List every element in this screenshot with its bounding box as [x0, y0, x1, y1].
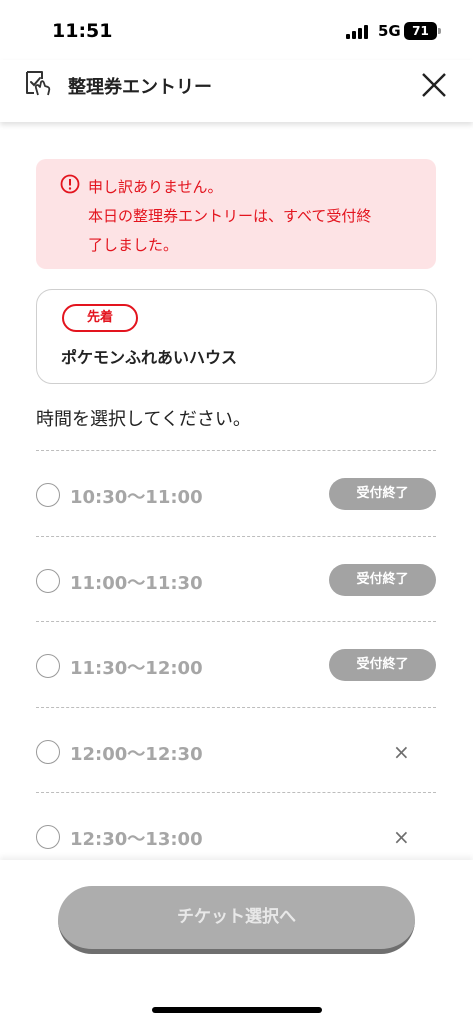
slot-time: 12:00〜12:30 — [70, 743, 203, 765]
radio-button[interactable] — [36, 654, 60, 678]
radio-button[interactable] — [36, 568, 60, 593]
closed-badge: 受付終了 — [329, 563, 436, 596]
unavailable-icon: × — [393, 825, 410, 849]
battery-icon: 71 — [404, 22, 437, 40]
battery-nub — [438, 28, 441, 34]
app-header: 整理券エントリー — [0, 60, 473, 122]
alert-line: 了しました。 — [88, 236, 179, 254]
network-type: 5G — [378, 22, 401, 40]
time-slot-row[interactable]: 11:00〜11:30 受付終了 — [36, 535, 436, 622]
time-slot-row[interactable]: 11:30〜12:00 受付終了 — [36, 621, 436, 707]
ticket-check-icon — [26, 71, 51, 96]
first-come-badge: 先着 — [62, 304, 138, 332]
page-title: 整理券エントリー — [68, 77, 212, 98]
alert-message: 申し訳ありません。 本日の整理券エントリーは、すべて受付終 了しました。 — [88, 173, 424, 260]
alert-line: 申し訳ありません。 — [88, 178, 223, 196]
signal-icon — [346, 25, 372, 39]
slot-time: 10:30〜11:00 — [70, 487, 203, 508]
unavailable-icon: × — [393, 739, 410, 764]
time-slot-row[interactable]: 10:30〜11:00 受付終了 — [36, 450, 436, 536]
entry-closed-alert: 申し訳ありません。 本日の整理券エントリーは、すべて受付終 了しました。 — [36, 159, 436, 269]
radio-button[interactable] — [36, 739, 60, 764]
status-bar: 11:51 5G 71 — [0, 0, 473, 60]
battery-level: 71 — [412, 24, 429, 38]
time-slot-row[interactable]: 12:00〜12:30 × — [36, 706, 436, 793]
time-slot-list: 10:30〜11:00 受付終了 11:00〜11:30 受付終了 11:30〜… — [36, 450, 436, 878]
slot-time: 12:30〜13:00 — [70, 829, 203, 850]
slot-time: 11:30〜12:00 — [70, 658, 203, 679]
closed-badge: 受付終了 — [329, 478, 436, 510]
event-name: ポケモンふれあいハウス — [61, 348, 238, 367]
radio-button[interactable] — [36, 825, 60, 849]
ticket-select-button[interactable]: チケット選択へ — [58, 886, 415, 954]
alert-line: 本日の整理券エントリーは、すべて受付終 — [88, 207, 372, 225]
slot-time: 11:00〜11:30 — [70, 572, 203, 594]
screen: 11:51 5G 71 整理券エントリー 申し訳ありません。 本日の整理券エント… — [0, 0, 473, 1024]
event-card: 先着 ポケモンふれあいハウス — [36, 289, 437, 384]
select-time-heading: 時間を選択してください。 — [36, 409, 251, 430]
exclamation-circle-icon — [60, 174, 80, 194]
status-time: 11:51 — [52, 20, 113, 42]
radio-button[interactable] — [36, 483, 60, 507]
close-icon[interactable] — [418, 69, 450, 101]
closed-badge: 受付終了 — [329, 649, 436, 681]
home-indicator[interactable] — [152, 1007, 322, 1013]
